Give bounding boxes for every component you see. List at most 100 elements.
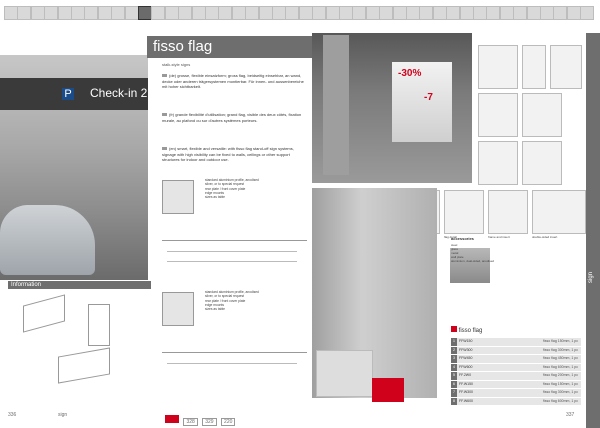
catalog-thumb[interactable] [191, 6, 206, 20]
order-cell-desc: fisso flag 150mm, 1 pc [499, 380, 581, 388]
side-tab: sign [586, 33, 600, 428]
left-page-number: 336 [8, 412, 17, 418]
catalog-thumb[interactable] [258, 6, 273, 20]
order-cell-code: FFW300 [457, 346, 499, 354]
catalog-thumb[interactable] [325, 6, 340, 20]
detail-thumb [522, 141, 562, 185]
detail-thumbnails [478, 45, 584, 185]
catalog-thumb[interactable] [178, 6, 193, 20]
catalog-thumb[interactable] [379, 6, 394, 20]
order-cell-code: FFW600 [457, 363, 499, 371]
catalog-thumb[interactable] [486, 6, 501, 20]
catalog-thumb[interactable] [71, 6, 85, 20]
nav-page-3[interactable]: 220 [221, 418, 236, 426]
catalog-thumb[interactable] [298, 6, 313, 20]
information-drawings [8, 292, 148, 402]
order-row: 4 FFW600 fisso flag 600mm, 1 pc [451, 363, 581, 371]
catalog-thumb[interactable] [272, 6, 286, 20]
product-section-drawing-1 [162, 180, 194, 214]
detail-image-4 [444, 190, 484, 234]
order-cell-desc: fisso flag 300mm, 1 pc [499, 346, 581, 354]
page-subtitle: stalk-style signs [162, 62, 191, 67]
dimension-table-2 [162, 352, 307, 383]
catalog-thumb[interactable] [540, 6, 554, 20]
catalog-thumb[interactable] [218, 6, 233, 20]
catalog-thumb[interactable] [57, 6, 72, 20]
paragraph-en: (en) smart, flexible and versatile: with… [162, 146, 294, 162]
catalog-thumb[interactable] [406, 6, 420, 20]
order-cell-desc: fisso flag 600mm, 1 pc [499, 363, 581, 371]
order-cell-desc: fisso flag 450mm, 1 pc [499, 355, 581, 363]
catalog-thumb[interactable] [446, 6, 461, 20]
catalog-thumb[interactable] [526, 6, 541, 20]
catalog-thumb[interactable] [459, 6, 474, 20]
hanging-flag [323, 35, 349, 175]
catalog-thumb[interactable] [432, 6, 447, 20]
order-cell-code: FF.W150 [457, 380, 499, 388]
catalog-thumb[interactable] [245, 6, 260, 20]
check-in-label: Check-in 2 [90, 86, 148, 100]
sale-text-b: -7 [424, 92, 433, 103]
order-cell-desc: fisso flag 200mm, 1 pc [499, 372, 581, 380]
order-cell-code: FF.2W0 [457, 372, 499, 380]
detail-thumb [478, 141, 518, 185]
order-cell-code: FF.W600 [457, 397, 499, 405]
catalog-thumb[interactable] [4, 6, 18, 20]
order-row: 1 FFW150 fisso flag 150mm, 1 pc [451, 338, 581, 346]
detail-thumb [522, 93, 562, 137]
sale-text-a: -30% [398, 68, 422, 79]
catalog-thumb[interactable] [473, 6, 487, 20]
order-row: 7 FF.W300 fisso flag 300mm, 1 pc [451, 389, 581, 397]
nav-page-2[interactable]: 329 [202, 418, 217, 426]
information-title: Information [8, 281, 151, 289]
page-nav: 328 329 220 [165, 410, 236, 428]
paragraph-fr: (fr) grande flexibilité d'utilisation; g… [162, 112, 302, 123]
order-row: 8 FF.W600 fisso flag 600mm, 1 pc [451, 397, 581, 405]
order-cell-desc: fisso flag 600mm, 1 pc [499, 397, 581, 405]
order-cell-code: FF.W300 [457, 389, 499, 397]
catalog-thumb[interactable] [285, 6, 300, 20]
catalog-thumb[interactable] [339, 6, 353, 20]
parking-sign: P [62, 88, 74, 100]
catalog-thumb[interactable] [513, 6, 528, 20]
catalog-thumb[interactable] [312, 6, 327, 20]
paragraph-de: (de) grosse, flexible einsatzform; gross… [162, 73, 304, 89]
page-title: fisso flag [147, 36, 313, 58]
catalog-thumb[interactable] [84, 6, 99, 20]
catalog-thumb[interactable] [580, 6, 595, 20]
order-cell-code: FFW450 [457, 355, 499, 363]
order-title-marker [451, 326, 457, 332]
sale-banner: -30% -7 [392, 62, 452, 142]
nav-page-1[interactable]: 328 [183, 418, 198, 426]
flag-en-icon [162, 147, 167, 150]
catalog-thumb[interactable] [44, 6, 59, 20]
catalog-thumb[interactable] [499, 6, 514, 20]
red-note-box [372, 378, 404, 402]
car [0, 205, 95, 275]
catalog-thumb[interactable] [566, 6, 581, 20]
left-page-label: sign [58, 412, 68, 418]
catalog-thumb[interactable] [151, 6, 166, 20]
catalog-thumb[interactable] [419, 6, 434, 20]
catalog-thumb[interactable] [164, 6, 179, 20]
catalog-thumb[interactable] [231, 6, 246, 20]
catalog-thumb[interactable] [30, 6, 45, 20]
order-row: 2 FFW300 fisso flag 300mm, 1 pc [451, 346, 581, 354]
order-title: fisso flag [451, 326, 482, 334]
catalog-thumb[interactable] [138, 6, 152, 20]
catalog-thumb[interactable] [553, 6, 568, 20]
detail-thumb [522, 45, 546, 89]
order-cell-desc: fisso flag 300mm, 1 pc [499, 389, 581, 397]
catalog-thumb[interactable] [352, 6, 367, 20]
catalog-thumb[interactable] [17, 6, 32, 20]
catalog-thumb[interactable] [97, 6, 112, 20]
catalog-thumb[interactable] [392, 6, 407, 20]
order-row: 3 FFW450 fisso flag 450mm, 1 pc [451, 355, 581, 363]
catalog-thumb[interactable] [205, 6, 219, 20]
detail-caption-5: frame and insert [488, 235, 510, 239]
catalog-thumb[interactable] [124, 6, 139, 20]
nav-arrow-icon [165, 415, 179, 423]
catalog-thumb[interactable] [111, 6, 126, 20]
order-row: 5 FF.2W0 fisso flag 200mm, 1 pc [451, 372, 581, 380]
catalog-thumb[interactable] [365, 6, 380, 20]
